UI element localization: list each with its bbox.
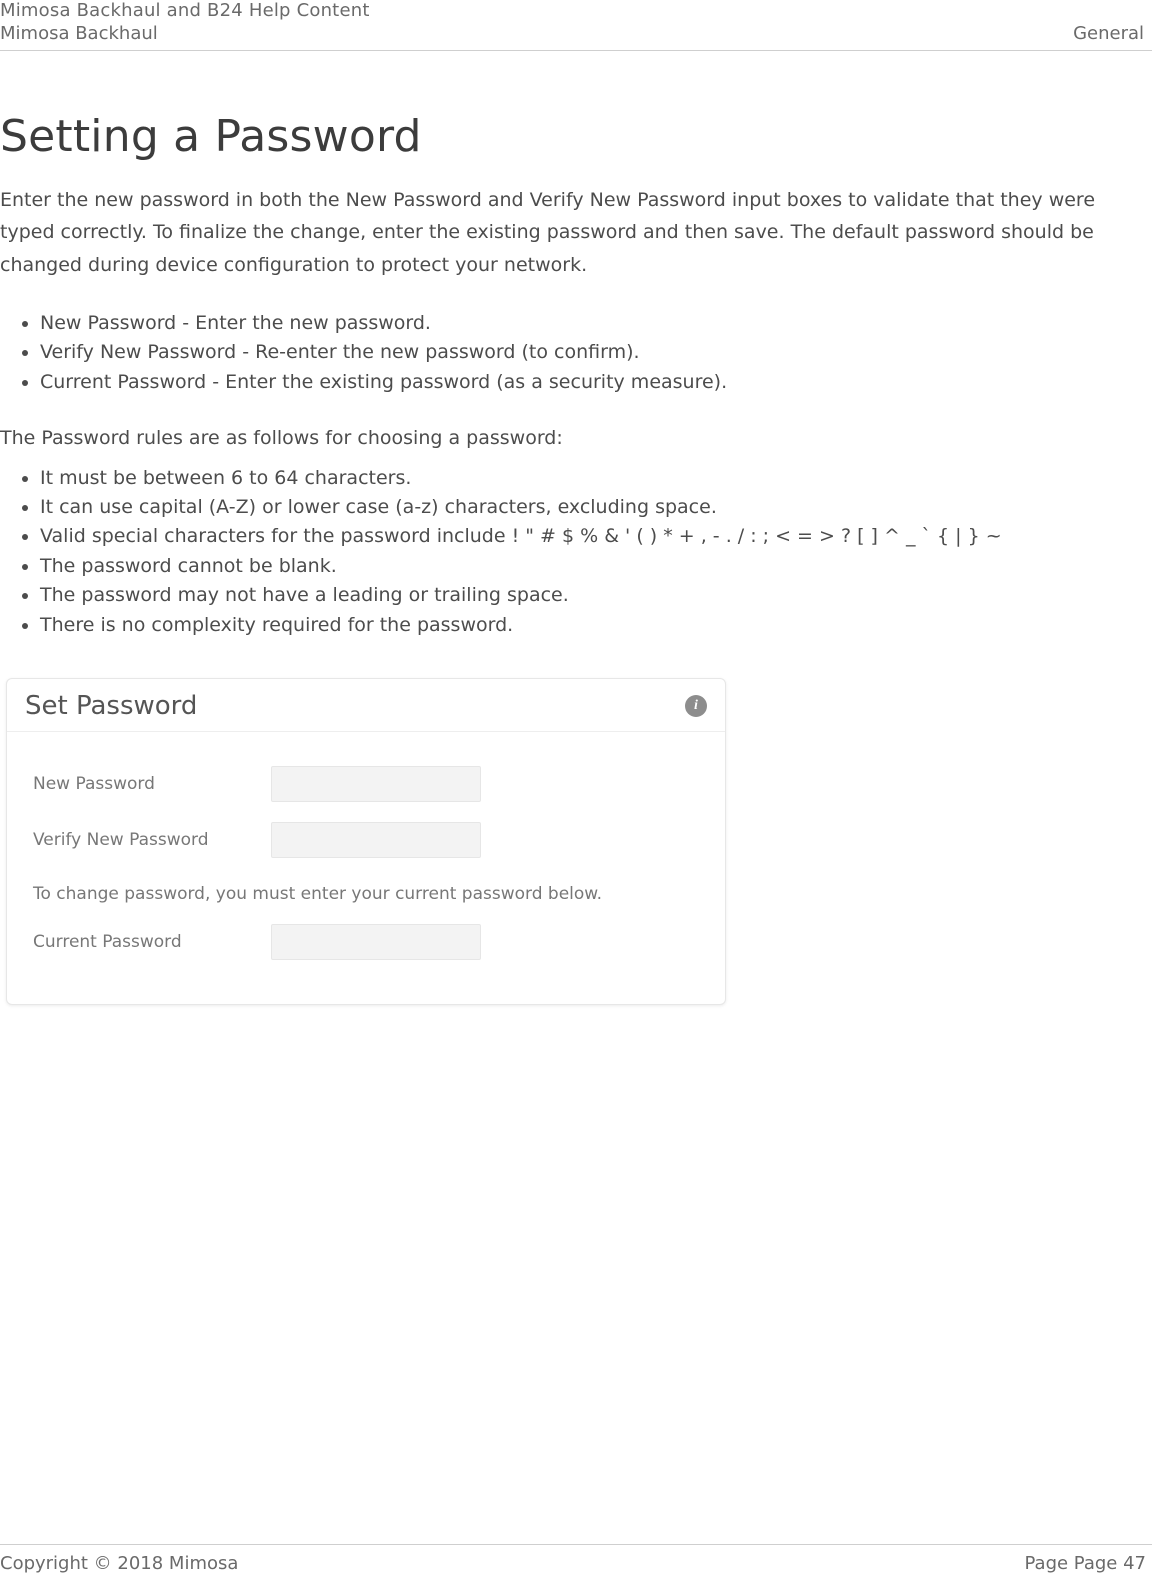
new-password-row: New Password (33, 766, 699, 802)
header-section: General (1073, 23, 1144, 44)
current-password-row: Current Password (33, 924, 699, 960)
verify-password-label: Verify New Password (33, 830, 271, 850)
field-descriptions-list: New Password - Enter the new password. V… (0, 309, 1152, 397)
header-product: Mimosa Backhaul (0, 23, 158, 44)
list-item: There is no complexity required for the … (40, 611, 1152, 640)
list-item: The password cannot be blank. (40, 552, 1152, 581)
password-rules-list: It must be between 6 to 64 characters. I… (0, 464, 1152, 641)
list-item: Valid special characters for the passwor… (40, 522, 1152, 551)
new-password-input[interactable] (271, 766, 481, 802)
header-line1: Mimosa Backhaul and B24 Help Content (0, 0, 1144, 21)
list-item: The password may not have a leading or t… (40, 581, 1152, 610)
panel-title: Set Password (25, 691, 197, 721)
verify-password-input[interactable] (271, 822, 481, 858)
list-item: Current Password - Enter the existing pa… (40, 368, 1152, 397)
current-password-label: Current Password (33, 932, 271, 952)
intro-paragraph: Enter the new password in both the New P… (0, 184, 1152, 281)
info-icon[interactable]: i (685, 695, 707, 717)
rules-intro: The Password rules are as follows for ch… (0, 423, 1152, 453)
list-item: New Password - Enter the new password. (40, 309, 1152, 338)
copyright: Copyright © 2018 Mimosa (0, 1553, 238, 1574)
verify-password-row: Verify New Password (33, 822, 699, 858)
page-title: Setting a Password (0, 111, 1152, 162)
list-item: It must be between 6 to 64 characters. (40, 464, 1152, 493)
page-footer: Copyright © 2018 Mimosa Page Page 47 (0, 1544, 1152, 1574)
current-password-input[interactable] (271, 924, 481, 960)
page-number: Page Page 47 (1025, 1553, 1147, 1574)
new-password-label: New Password (33, 774, 271, 794)
set-password-panel: Set Password i New Password Verify New P… (6, 678, 726, 1005)
list-item: Verify New Password - Re-enter the new p… (40, 338, 1152, 367)
list-item: It can use capital (A-Z) or lower case (… (40, 493, 1152, 522)
change-password-note: To change password, you must enter your … (33, 884, 699, 904)
page-header: Mimosa Backhaul and B24 Help Content Mim… (0, 0, 1152, 51)
